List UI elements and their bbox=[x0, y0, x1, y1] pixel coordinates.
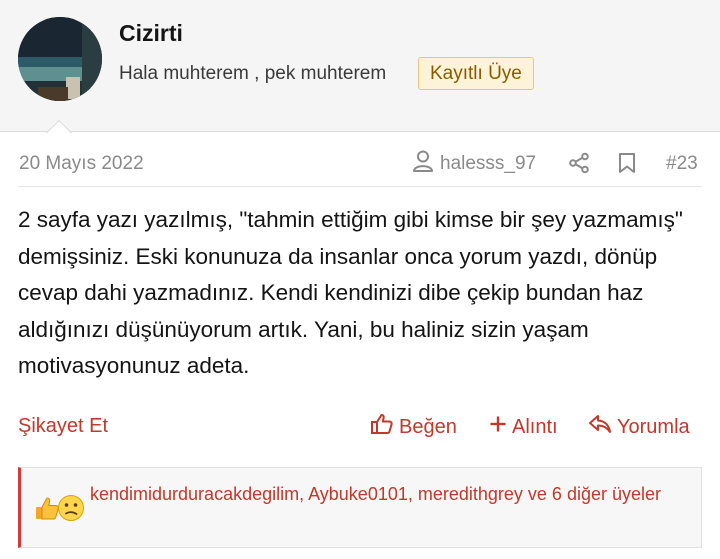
post-body: 2 sayfa yazı yazılmış, "tahmin ettiğim g… bbox=[18, 207, 683, 378]
report-button[interactable]: Şikayet Et bbox=[18, 415, 108, 438]
reactions-bar: kendimidurduracakdegilim, Aybuke0101, me… bbox=[18, 467, 702, 548]
avatar[interactable] bbox=[18, 17, 102, 101]
post-actions: Şikayet Et Beğen Alıntı Yorumla bbox=[0, 410, 720, 444]
bookmark-icon[interactable] bbox=[618, 150, 638, 176]
thumbs-up-icon bbox=[370, 412, 394, 442]
username[interactable]: Cizirti bbox=[119, 20, 183, 47]
confused-face-icon bbox=[57, 494, 85, 527]
reply-button[interactable]: Yorumla bbox=[588, 414, 690, 440]
meta-divider bbox=[18, 186, 702, 187]
quote-button[interactable]: Alıntı bbox=[489, 414, 558, 440]
user-header: Cizirti Hala muhterem , pek muhterem Kay… bbox=[0, 0, 720, 132]
user-badge: Kayıtlı Üye bbox=[418, 57, 534, 90]
reply-arrow-icon bbox=[588, 413, 612, 441]
user-icon bbox=[412, 149, 434, 179]
reaction-icons[interactable] bbox=[33, 494, 85, 522]
like-label: Beğen bbox=[399, 415, 457, 438]
reaction-users-link[interactable]: kendimidurduracakdegilim, Aybuke0101, me… bbox=[90, 480, 700, 509]
post-number[interactable]: #23 bbox=[666, 153, 698, 175]
reply-label: Yorumla bbox=[617, 415, 690, 438]
post-date[interactable]: 20 Mayıs 2022 bbox=[19, 153, 144, 175]
post-meta: 20 Mayıs 2022 halesss_97 #23 bbox=[0, 133, 720, 187]
user-title: Hala muhterem , pek muhterem bbox=[119, 63, 387, 84]
message-pointer bbox=[45, 118, 73, 133]
plus-icon bbox=[489, 415, 507, 439]
author-link[interactable]: halesss_97 bbox=[412, 149, 537, 179]
author-name: halesss_97 bbox=[440, 153, 537, 174]
like-button[interactable]: Beğen bbox=[370, 414, 457, 440]
quote-label: Alıntı bbox=[512, 415, 558, 438]
share-icon[interactable] bbox=[568, 150, 590, 176]
